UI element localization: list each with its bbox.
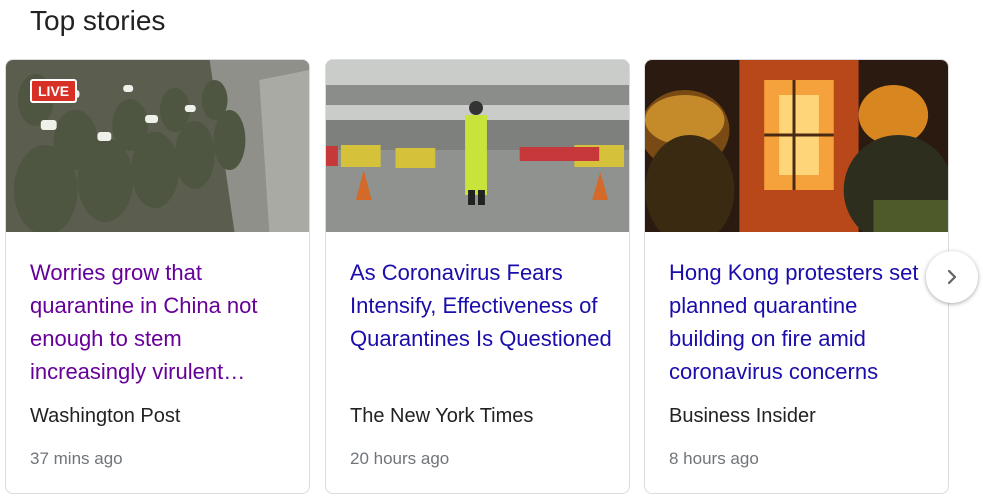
top-stories-carousel: LIVE Worries grow that quarantine in Chi…	[5, 59, 983, 496]
story-headline-link[interactable]: Worries grow that quarantine in China no…	[30, 256, 292, 388]
story-timestamp: 20 hours ago	[350, 449, 450, 468]
story-headline-link[interactable]: As Coronavirus Fears Intensify, Effectiv…	[350, 256, 612, 355]
story-card[interactable]: LIVE Worries grow that quarantine in Chi…	[5, 59, 310, 494]
story-headline-link[interactable]: Hong Kong protesters set planned quarant…	[669, 256, 931, 388]
story-thumbnail[interactable]	[645, 60, 948, 232]
carousel-next-button[interactable]	[926, 251, 978, 303]
story-thumbnail[interactable]	[326, 60, 629, 232]
story-timestamp: 8 hours ago	[669, 449, 759, 468]
story-card[interactable]: As Coronavirus Fears Intensify, Effectiv…	[325, 59, 630, 494]
chevron-right-icon	[947, 269, 957, 285]
section-title: Top stories	[30, 5, 166, 36]
story-source: Washington Post	[30, 405, 181, 427]
story-source: Business Insider	[669, 405, 816, 427]
story-card[interactable]: Hong Kong protesters set planned quarant…	[644, 59, 949, 494]
live-badge: LIVE	[30, 79, 78, 103]
story-thumbnail[interactable]: LIVE	[6, 60, 309, 232]
story-source: The New York Times	[350, 405, 534, 427]
story-timestamp: 37 mins ago	[30, 449, 123, 468]
